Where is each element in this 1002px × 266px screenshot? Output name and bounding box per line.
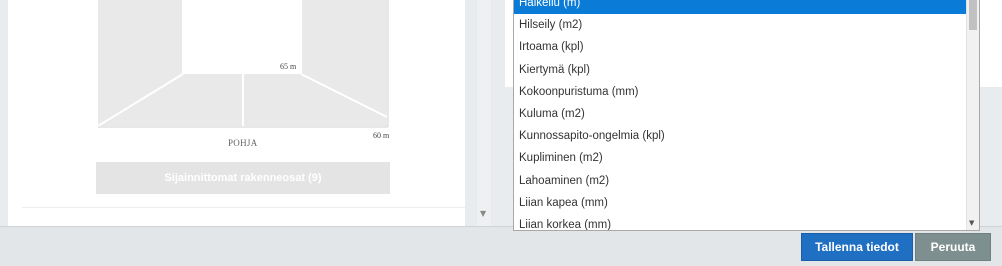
unplaced-components-button[interactable]: Sijainnittomat rakenneosat (9) [96,162,390,194]
dropdown-option[interactable]: Irtoama (kpl) [514,36,967,58]
cancel-button[interactable]: Peruuta [915,233,991,261]
dropdown-option[interactable]: Liian kapea (mm) [514,192,967,214]
dropdown-option[interactable]: Kuluma (m2) [514,103,967,125]
dropdown-option[interactable]: Liian korkea (mm) [514,214,967,230]
floor-label: POHJA [228,138,258,148]
dimension-label-outer: 60 m [373,131,390,140]
dropdown-option[interactable]: Halkeilu (m) [514,0,967,15]
scroll-down-icon[interactable]: ▼ [480,209,486,218]
dropdown-scrollbar[interactable]: ▼ [966,0,979,230]
panel-scrollbar[interactable]: ▼ [477,0,491,226]
dropdown-option[interactable]: Lahoaminen (m2) [514,170,967,192]
dropdown-option[interactable]: Kiertymä (kpl) [514,59,967,81]
divider [22,207,465,208]
dropdown-option[interactable]: Kokoonpuristuma (mm) [514,81,967,103]
scroll-down-icon[interactable]: ▼ [969,219,974,227]
dropdown-option[interactable]: Hilseily (m2) [514,14,967,36]
dropdown-options: Halkeilu (m) Hilseily (m2) Irtoama (kpl) Ki… [514,0,967,230]
dimension-label-inner: 65 m [280,62,297,71]
save-button[interactable]: Tallenna tiedot [801,233,913,261]
damage-type-dropdown-list[interactable]: Halkeilu (m) Hilseily (m2) Irtoama (kpl) Ki… [513,0,980,231]
dropdown-option[interactable]: Kupliminen (m2) [514,147,967,169]
dropdown-option[interactable]: Kunnossapito-ongelmia (kpl) [514,125,967,147]
dropdown-scroll-thumb[interactable] [969,0,977,30]
